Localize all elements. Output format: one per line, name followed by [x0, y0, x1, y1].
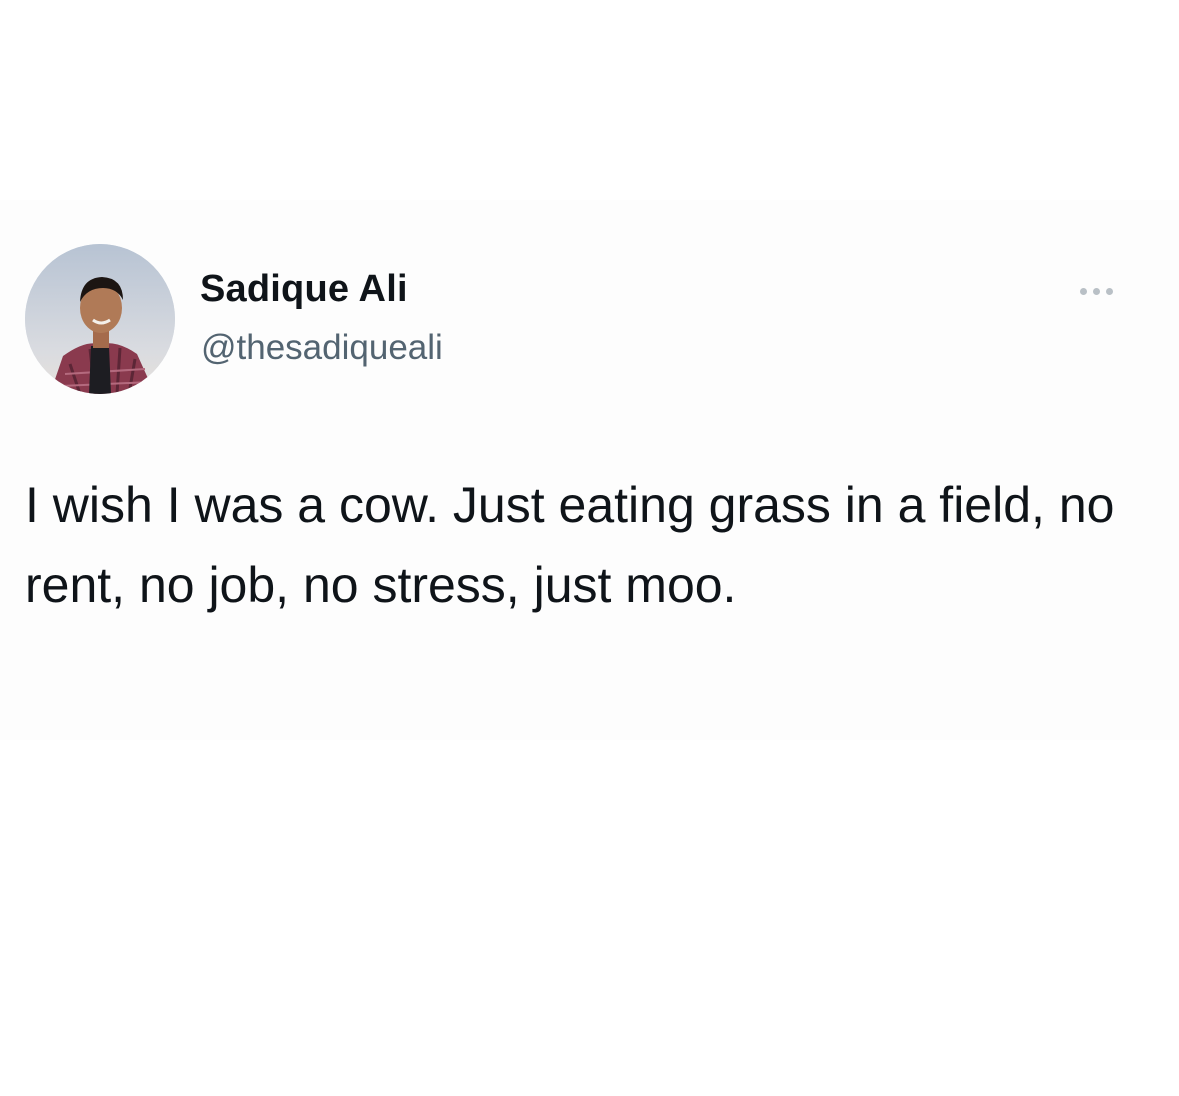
more-options-button[interactable] — [1066, 276, 1126, 306]
author-handle[interactable]: @thesadiqueali — [201, 328, 443, 368]
avatar[interactable] — [25, 244, 175, 394]
tweet-card: Sadique Ali @thesadiqueali I wish I was … — [0, 200, 1179, 740]
author-display-name[interactable]: Sadique Ali — [200, 268, 408, 311]
profile-photo — [25, 244, 175, 394]
tweet-text: I wish I was a cow. Just eating grass in… — [25, 477, 1115, 613]
more-horizontal-icon — [1079, 287, 1113, 295]
